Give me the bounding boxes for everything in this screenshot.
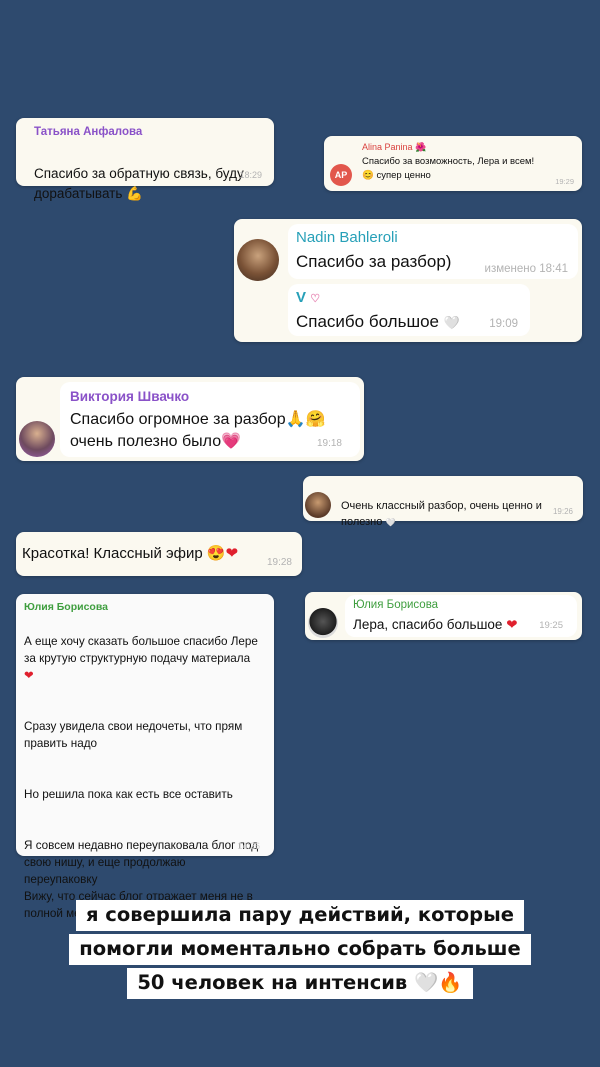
red-heart-icon: ❤: [225, 545, 239, 562]
message-text: Очень классный разбор, очень ценно и пол…: [341, 500, 542, 528]
message-time: 18:29: [239, 170, 262, 180]
message-paragraph: Сразу увидела свои недочеты, что прям пр…: [24, 720, 243, 750]
message-card: Виктория Швачко Спасибо огромное за разб…: [16, 377, 364, 461]
red-heart-icon: ❤: [24, 669, 34, 682]
message-text: Лера, спасибо большое ❤: [353, 617, 518, 632]
heart-fire-emoji-icon: 🤍🔥: [414, 971, 463, 994]
message-text: Спасибо большое 🤍: [296, 312, 460, 331]
message-time: 19:09: [489, 318, 518, 330]
message-author: Юлия Борисова: [24, 601, 108, 613]
message-bubble: Юлия Борисова Лера, спасибо большое ❤ 19…: [345, 595, 577, 637]
message-author: Alina Panina 🌺: [362, 142, 427, 152]
caption-line: помогли моментально собрать больше: [69, 934, 531, 965]
white-heart-emoji-icon: 🤍: [443, 315, 460, 330]
message-card: Татьяна Анфалова Спасибо за обратную свя…: [16, 118, 274, 201]
muscle-emoji-icon: 💪: [126, 186, 143, 201]
pink-heart-emoji-icon: 💗: [221, 433, 242, 450]
message-text: А еще хочу сказать большое спасибо Лере …: [24, 616, 260, 939]
white-heart-emoji-icon: 🤍: [385, 518, 396, 527]
avatar: [237, 239, 279, 281]
avatar: AP: [330, 164, 352, 186]
message-time: 19:25: [539, 620, 563, 631]
message-card: Nadin Bahleroli Спасибо за разбор) измен…: [234, 219, 582, 342]
message-text: Спасибо за обратную связь, буду дорабаты…: [34, 166, 244, 201]
message-time: 19:29: [555, 177, 574, 186]
message-text: Спасибо за возможность, Лера и всем!: [362, 156, 535, 167]
message-text: Спасибо огромное за разбор🙏🤗: [70, 411, 326, 428]
caption-line-3: 50 человек на интенсив 🤍🔥: [127, 968, 473, 999]
story-caption: я совершила пару действий, которые помог…: [0, 898, 600, 1000]
pray-hug-emoji-icon: 🙏🤗: [285, 411, 326, 428]
message-text: Красотка! Классный эфир 😍❤: [22, 545, 239, 562]
avatar: [308, 608, 338, 638]
heart-eyes-emoji-icon: 😍: [206, 545, 226, 562]
message-card: Юлия Борисова А еще хочу сказать большое…: [16, 594, 274, 920]
message-author: Виктория Швачко: [70, 389, 190, 404]
red-heart-icon: ❤: [506, 617, 518, 632]
message-paragraph: Но решила пока как есть все оставить: [24, 788, 233, 801]
message-time: 19:26: [552, 507, 573, 516]
message-card: Очень классный разбор, очень ценно и пол…: [303, 476, 583, 528]
avatar: [19, 421, 55, 457]
message-text-line2: 😊 супер ценно: [362, 170, 431, 181]
message-author: Nadin Bahleroli: [296, 229, 398, 246]
message-card: Красотка! Классный эфир 😍❤ 19:28: [16, 532, 302, 576]
flower-emoji-icon: 🌺: [415, 142, 427, 152]
message-author: Татьяна Анфалова: [34, 126, 143, 138]
caption-line: я совершила пару действий, которые: [76, 900, 524, 931]
message-time: 19:28: [266, 557, 292, 568]
message-time: 19:18: [316, 438, 342, 449]
message-author: V ♡: [296, 289, 321, 306]
smile-emoji-icon: 😊: [362, 170, 374, 181]
message-paragraph: А еще хочу сказать большое спасибо Лере …: [24, 635, 258, 682]
message-bubble: Виктория Швачко Спасибо огромное за разб…: [60, 382, 360, 457]
message-bubble: V ♡ Спасибо большое 🤍 19:09: [288, 284, 530, 336]
message-text: Спасибо за разбор): [296, 252, 452, 271]
message-bubble: Nadin Bahleroli Спасибо за разбор) измен…: [288, 224, 578, 279]
message-author: Юлия Борисова: [353, 599, 439, 611]
message-card: Юлия Борисова Лера, спасибо большое ❤ 19…: [305, 592, 582, 640]
message-time: изменено 18:41: [484, 263, 568, 275]
message-text-line2: очень полезно было💗: [70, 433, 242, 450]
message-time: 14:26: [237, 841, 260, 851]
avatar: [305, 492, 331, 518]
message-card: AP Alina Panina 🌺 Спасибо за возможность…: [324, 136, 582, 191]
